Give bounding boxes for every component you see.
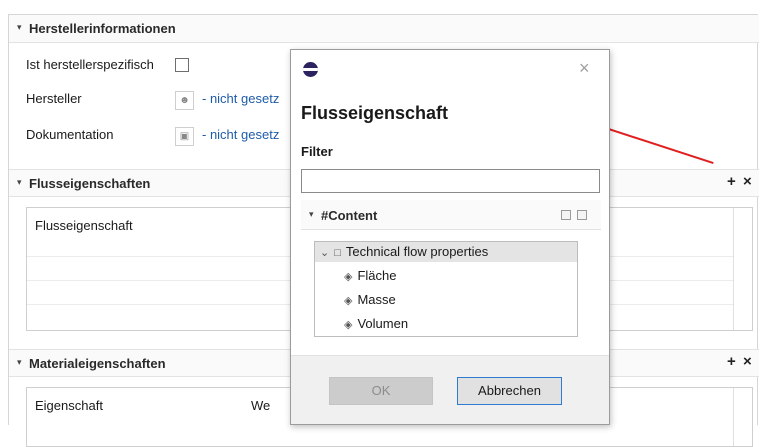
filter-input[interactable] (301, 169, 600, 193)
ok-button[interactable]: OK (329, 377, 433, 405)
book-icon[interactable]: ▣ (175, 127, 194, 146)
cube-icon: ◈ (344, 319, 353, 331)
cube-icon: ◈ (344, 295, 353, 307)
cancel-button[interactable]: Abbrechen (457, 377, 562, 405)
filter-label: Filter (301, 144, 333, 159)
expand-all-icon[interactable] (561, 210, 571, 220)
section-header-herstellerinformationen[interactable]: ▾ Herstellerinformationen (9, 15, 759, 43)
remove-icon[interactable]: × (743, 353, 752, 370)
close-icon[interactable]: × (579, 58, 590, 79)
content-section-header[interactable]: ▾ #Content (301, 200, 601, 230)
tree-item-label: Technical flow properties (345, 244, 489, 259)
collapse-icon[interactable]: ▾ (17, 22, 22, 33)
dialog-title: Flusseigenschaft (301, 103, 449, 123)
tree-item-masse[interactable]: ◈ Masse (344, 292, 396, 307)
tree-item-label: Volumen (357, 316, 409, 331)
dokumentation-link[interactable]: - nicht gesetz (202, 127, 279, 142)
app-icon (303, 62, 318, 77)
remove-icon[interactable]: × (743, 173, 752, 190)
ist-herstellerspezifisch-checkbox[interactable] (175, 58, 189, 72)
hersteller-label: Hersteller (26, 91, 82, 106)
folder-icon: □ (334, 247, 341, 259)
section-title: Herstellerinformationen (29, 21, 176, 36)
column-header[interactable]: Flusseigenschaft (35, 218, 133, 233)
cube-icon: ◈ (344, 271, 353, 283)
collapse-icon[interactable]: ▾ (309, 209, 314, 220)
tree-item-label: Fläche (357, 268, 397, 283)
collapse-all-icon[interactable] (577, 210, 587, 220)
dokumentation-label: Dokumentation (26, 127, 114, 142)
column-header-eigenschaft[interactable]: Eigenschaft (35, 398, 103, 413)
column-divider (733, 388, 734, 446)
collapse-icon[interactable]: ▾ (17, 357, 22, 368)
tree-item-flaeche[interactable]: ◈ Fläche (344, 268, 397, 283)
ist-herstellerspezifisch-label: Ist herstellerspezifisch (26, 57, 154, 72)
person-icon[interactable]: ☻ (175, 91, 194, 110)
tree-item-technical-flow-properties[interactable]: ⌄ □ Technical flow properties (320, 244, 488, 259)
tree-item-volumen[interactable]: ◈ Volumen (344, 316, 408, 331)
column-header-wert[interactable]: We (251, 398, 270, 413)
dialog-footer: OK Abbrechen (291, 355, 609, 424)
content-section-title: #Content (321, 208, 378, 223)
section-title: Materialeigenschaften (29, 356, 166, 371)
add-icon[interactable]: + (727, 173, 736, 190)
tree-item-label: Masse (357, 292, 396, 307)
hersteller-link[interactable]: - nicht gesetz (202, 91, 279, 106)
section-title: Flusseigenschaften (29, 176, 151, 191)
column-divider (733, 208, 734, 330)
flusseigenschaft-dialog: × Flusseigenschaft Filter ▾ #Content ⌄ □ T… (290, 49, 610, 425)
add-icon[interactable]: + (727, 353, 736, 370)
tree-view[interactable]: ⌄ □ Technical flow properties ◈ Fläche ◈ Mas… (314, 241, 578, 337)
collapse-icon[interactable]: ▾ (17, 177, 22, 188)
chevron-down-icon[interactable]: ⌄ (320, 247, 329, 259)
